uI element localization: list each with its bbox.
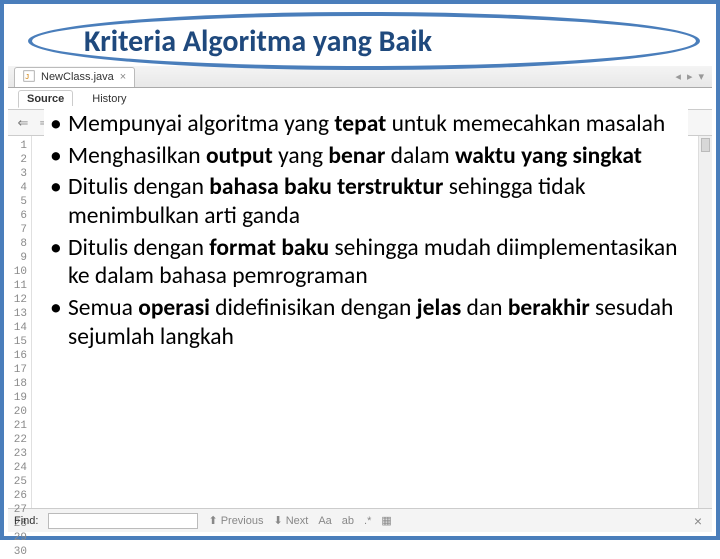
line-number: 18 [8,377,27,391]
subtab-history[interactable]: History [83,90,135,108]
line-number: 17 [8,363,27,377]
file-tab-label: NewClass.java [41,71,114,83]
find-previous-button[interactable]: ⬆ Previous [208,514,263,527]
line-number: 24 [8,461,27,475]
prev-tab-icon[interactable]: ◂ [675,70,681,83]
regex-icon[interactable]: .* [364,515,371,527]
line-number: 5 [8,195,27,209]
list-item: Ditulis dengan format baku sehingga muda… [48,234,686,291]
line-number: 2 [8,153,27,167]
line-number: 20 [8,405,27,419]
line-number: 11 [8,279,27,293]
title-banner: Kriteria Algoritma yang Baik [28,12,700,70]
line-number: 14 [8,321,27,335]
find-input[interactable] [48,513,198,529]
line-number: 29 [8,531,27,545]
list-item: Ditulis dengan bahasa baku terstruktur s… [48,173,686,230]
tabbar-controls: ◂ ▸ ▾ [675,70,712,83]
line-gutter: 1234567891011121314151617181920212223242… [8,136,32,508]
svg-text:J: J [25,72,29,81]
line-number: 25 [8,475,27,489]
bullet-list: Mempunyai algoritma yang tepat untuk mem… [48,110,686,351]
line-number: 13 [8,307,27,321]
find-label: Find: [14,515,38,527]
java-file-icon: J [23,70,35,85]
line-number: 6 [8,209,27,223]
line-number: 15 [8,335,27,349]
line-number: 10 [8,265,27,279]
subtab-source[interactable]: Source [18,90,73,108]
file-tab-newclass[interactable]: J NewClass.java × [14,67,135,87]
list-item: Mempunyai algoritma yang tepat untuk mem… [48,110,686,139]
whole-word-icon[interactable]: ab [342,515,354,527]
line-number: 26 [8,489,27,503]
line-number: 16 [8,349,27,363]
line-number: 21 [8,419,27,433]
slide-content: Mempunyai algoritma yang tepat untuk mem… [44,106,688,358]
line-number: 3 [8,167,27,181]
line-number: 4 [8,181,27,195]
close-findbar-icon[interactable]: × [694,513,706,529]
list-item: Semua operasi didefinisikan dengan jelas… [48,294,686,351]
nav-back-icon[interactable]: ⇐ [14,114,32,132]
tab-menu-icon[interactable]: ▾ [698,70,704,83]
line-number: 23 [8,447,27,461]
line-number: 30 [8,545,27,559]
line-number: 19 [8,391,27,405]
match-case-icon[interactable]: Aa [318,515,331,527]
list-item: Menghasilkan output yang benar dalam wak… [48,142,686,171]
page-title: Kriteria Algoritma yang Baik [84,23,432,60]
line-number: 9 [8,251,27,265]
close-tab-icon[interactable]: × [120,71,126,83]
line-number: 1 [8,139,27,153]
vertical-scrollbar[interactable] [698,136,712,508]
line-number: 7 [8,223,27,237]
line-number: 22 [8,433,27,447]
find-next-button[interactable]: ⬇ Next [273,514,308,527]
highlight-icon[interactable]: ▦ [381,514,391,527]
find-bar: Find: ⬆ Previous ⬇ Next Aa ab .* ▦ × [8,508,712,532]
line-number: 8 [8,237,27,251]
next-tab-icon[interactable]: ▸ [687,70,693,83]
line-number: 12 [8,293,27,307]
